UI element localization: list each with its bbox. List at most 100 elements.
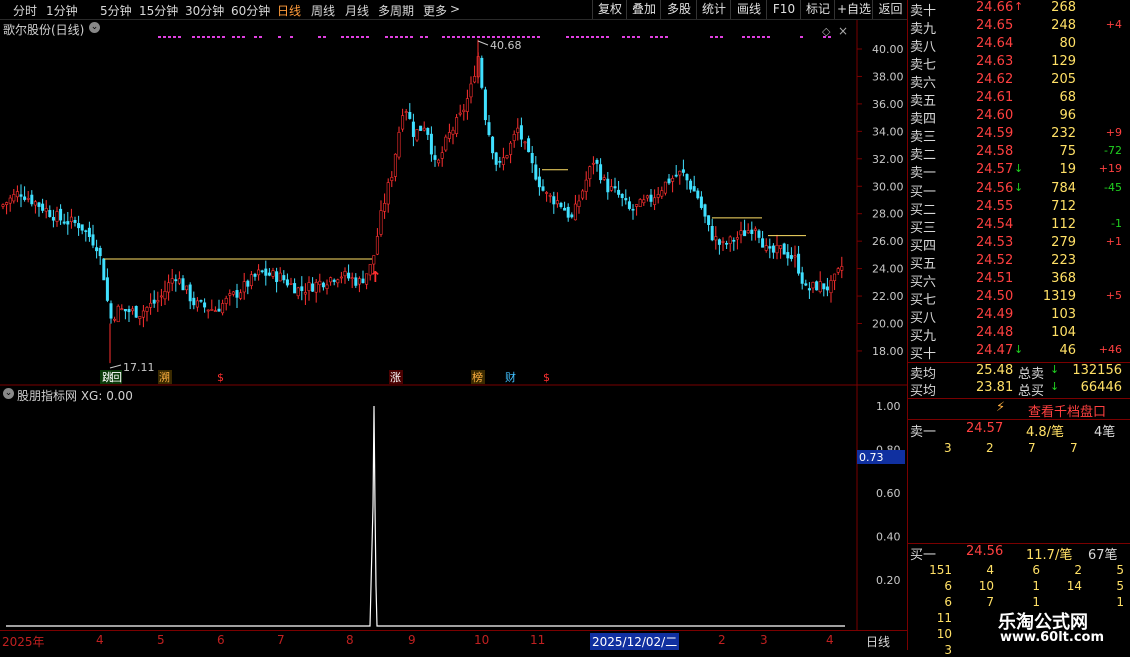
ask-level-row[interactable]: 卖九 24.65 248 +4 bbox=[908, 18, 1130, 37]
signal-dot bbox=[601, 36, 604, 38]
support-lines bbox=[104, 169, 806, 260]
bid-level-row[interactable]: 买二 24.55 712 bbox=[908, 199, 1130, 218]
multi-stock-button[interactable]: 多股 bbox=[660, 0, 697, 19]
level-label: 卖九 bbox=[910, 22, 937, 37]
statistics-button[interactable]: 统计 bbox=[696, 0, 731, 19]
candle-body bbox=[822, 283, 826, 290]
overlay-button[interactable]: 叠加 bbox=[626, 0, 661, 19]
period-tab-daily[interactable]: 日线 bbox=[277, 2, 301, 19]
candle-body bbox=[649, 194, 653, 202]
price-tick-label: 24.00 bbox=[872, 263, 904, 276]
period-switch-button[interactable]: 日线 bbox=[866, 633, 890, 650]
period-tab-1min[interactable]: 1分钟 bbox=[46, 2, 78, 19]
signal-dot bbox=[346, 36, 349, 38]
period-tab-monthly[interactable]: 月线 bbox=[345, 2, 369, 19]
level-label: 卖十 bbox=[910, 4, 937, 19]
ask-level-row[interactable]: 卖八 24.64 80 bbox=[908, 36, 1130, 55]
level-label: 买四 bbox=[910, 239, 937, 254]
view-thousand-button[interactable]: 查看千档盘口 bbox=[1028, 401, 1106, 420]
bid-level-row[interactable]: 买八 24.49 103 bbox=[908, 307, 1130, 326]
candle-body bbox=[375, 236, 379, 255]
event-marker-dollar-2[interactable]: $ bbox=[543, 371, 550, 384]
mark-button[interactable]: 标记 bbox=[800, 0, 835, 19]
ask-level-row[interactable]: 卖十 24.66 ↑ 268 bbox=[908, 0, 1130, 19]
bid-level-row[interactable]: 买七 24.50 1319 +5 bbox=[908, 289, 1130, 308]
candle-body bbox=[285, 279, 289, 286]
bid-level-row[interactable]: 买六 24.51 368 bbox=[908, 271, 1130, 290]
candlestick-chart[interactable]: 40.00 38.00 36.00 34.00 32.00 30.00 28.00 26.00… bbox=[0, 20, 907, 386]
signal-dot bbox=[222, 36, 225, 38]
period-tab-60min[interactable]: 60分钟 bbox=[231, 2, 270, 19]
signal-dot bbox=[665, 36, 668, 38]
indicator-tick-label: 1.00 bbox=[876, 400, 901, 413]
signal-dot bbox=[425, 36, 428, 38]
ask-level-row[interactable]: 卖四 24.60 96 bbox=[908, 108, 1130, 127]
period-tab-15min[interactable]: 15分钟 bbox=[139, 2, 178, 19]
adjust-button[interactable]: 复权 bbox=[592, 0, 627, 19]
candle-body bbox=[318, 280, 322, 286]
candle-body bbox=[545, 192, 549, 194]
candle-body bbox=[217, 308, 221, 312]
event-marker-zhang[interactable]: 涨 bbox=[390, 371, 401, 384]
date-label: 11 bbox=[530, 633, 546, 647]
signal-dot bbox=[462, 36, 465, 38]
ask-level-row[interactable]: 卖五 24.61 68 bbox=[908, 90, 1130, 109]
level-label: 卖四 bbox=[910, 112, 937, 127]
event-marker-hui[interactable]: 回 bbox=[111, 371, 122, 384]
candle-body bbox=[480, 57, 484, 88]
event-marker-su[interactable]: 溯 bbox=[159, 371, 170, 384]
ask-level-row[interactable]: 卖七 24.63 129 bbox=[908, 54, 1130, 73]
signal-dot bbox=[178, 36, 181, 38]
level-price: 24.54 bbox=[976, 217, 1014, 232]
candle-body bbox=[440, 152, 444, 159]
date-label: 6 bbox=[217, 633, 225, 647]
candle-body bbox=[530, 153, 534, 164]
period-tab-30min[interactable]: 30分钟 bbox=[185, 2, 224, 19]
draw-line-button[interactable]: 画线 bbox=[730, 0, 767, 19]
period-tab-multi[interactable]: 多周期 bbox=[378, 2, 414, 19]
event-marker-bang[interactable]: 榜 bbox=[472, 370, 483, 384]
indicator-chart[interactable]: 1.000.800.600.400.20 0.73 bbox=[0, 386, 907, 630]
chevron-right-icon[interactable]: > bbox=[450, 2, 460, 16]
ask-level-row[interactable]: 卖六 24.62 205 bbox=[908, 72, 1130, 91]
period-tab-5min[interactable]: 5分钟 bbox=[100, 2, 132, 19]
add-watchlist-button[interactable]: +自选 bbox=[834, 0, 873, 19]
candle-body bbox=[829, 280, 833, 294]
diamond-icon[interactable]: ◇ bbox=[822, 25, 831, 38]
candle-body bbox=[793, 255, 797, 258]
total-buy-value: 66446 bbox=[1080, 380, 1122, 395]
bid-level-row[interactable]: 买三 24.54 112 -1 bbox=[908, 217, 1130, 236]
signal-dot bbox=[655, 36, 658, 38]
signal-dot bbox=[715, 36, 718, 38]
bid-level-row[interactable]: 买四 24.53 279 +1 bbox=[908, 235, 1130, 254]
candle-body bbox=[242, 281, 246, 293]
bid-level-row[interactable]: 买九 24.48 104 bbox=[908, 325, 1130, 344]
candle-body bbox=[98, 247, 102, 257]
f10-button[interactable]: F10 bbox=[766, 0, 801, 19]
bid-level-row[interactable]: 买十 24.47 ↓ 46 +46 bbox=[908, 343, 1130, 362]
ask-level-row[interactable]: 卖二 24.58 75 -72 bbox=[908, 144, 1130, 163]
ask-average-row: 卖均 25.48 总卖 ↓ 132156 bbox=[908, 362, 1130, 382]
period-tab-fenshi[interactable]: 分时 bbox=[13, 2, 37, 19]
signal-dot bbox=[242, 36, 245, 38]
bid-level-row[interactable]: 买一 24.56 ↓ 784 -45 bbox=[908, 181, 1130, 200]
candle-body bbox=[113, 318, 117, 321]
ask-level-row[interactable]: 卖一 24.57 ↓ 19 +19 bbox=[908, 162, 1130, 181]
period-tab-weekly[interactable]: 周线 bbox=[311, 2, 335, 19]
candle-body bbox=[804, 283, 808, 286]
close-icon[interactable]: × bbox=[838, 24, 848, 38]
event-marker-dollar[interactable]: $ bbox=[217, 371, 224, 384]
candle-body bbox=[825, 286, 829, 291]
ask-level-row[interactable]: 卖三 24.59 232 +9 bbox=[908, 126, 1130, 145]
bid-level-row[interactable]: 买五 24.52 223 bbox=[908, 253, 1130, 272]
candle-body bbox=[271, 270, 275, 277]
level-price: 24.58 bbox=[976, 144, 1014, 159]
signal-dot bbox=[202, 36, 205, 38]
candle-body bbox=[95, 247, 99, 252]
candle-body bbox=[717, 239, 721, 245]
candle-body bbox=[541, 186, 545, 191]
candle-body bbox=[379, 210, 383, 235]
period-tab-more[interactable]: 更多 bbox=[423, 2, 447, 19]
back-button[interactable]: 返回 bbox=[872, 0, 908, 19]
event-marker-cai[interactable]: 财 bbox=[505, 370, 516, 384]
